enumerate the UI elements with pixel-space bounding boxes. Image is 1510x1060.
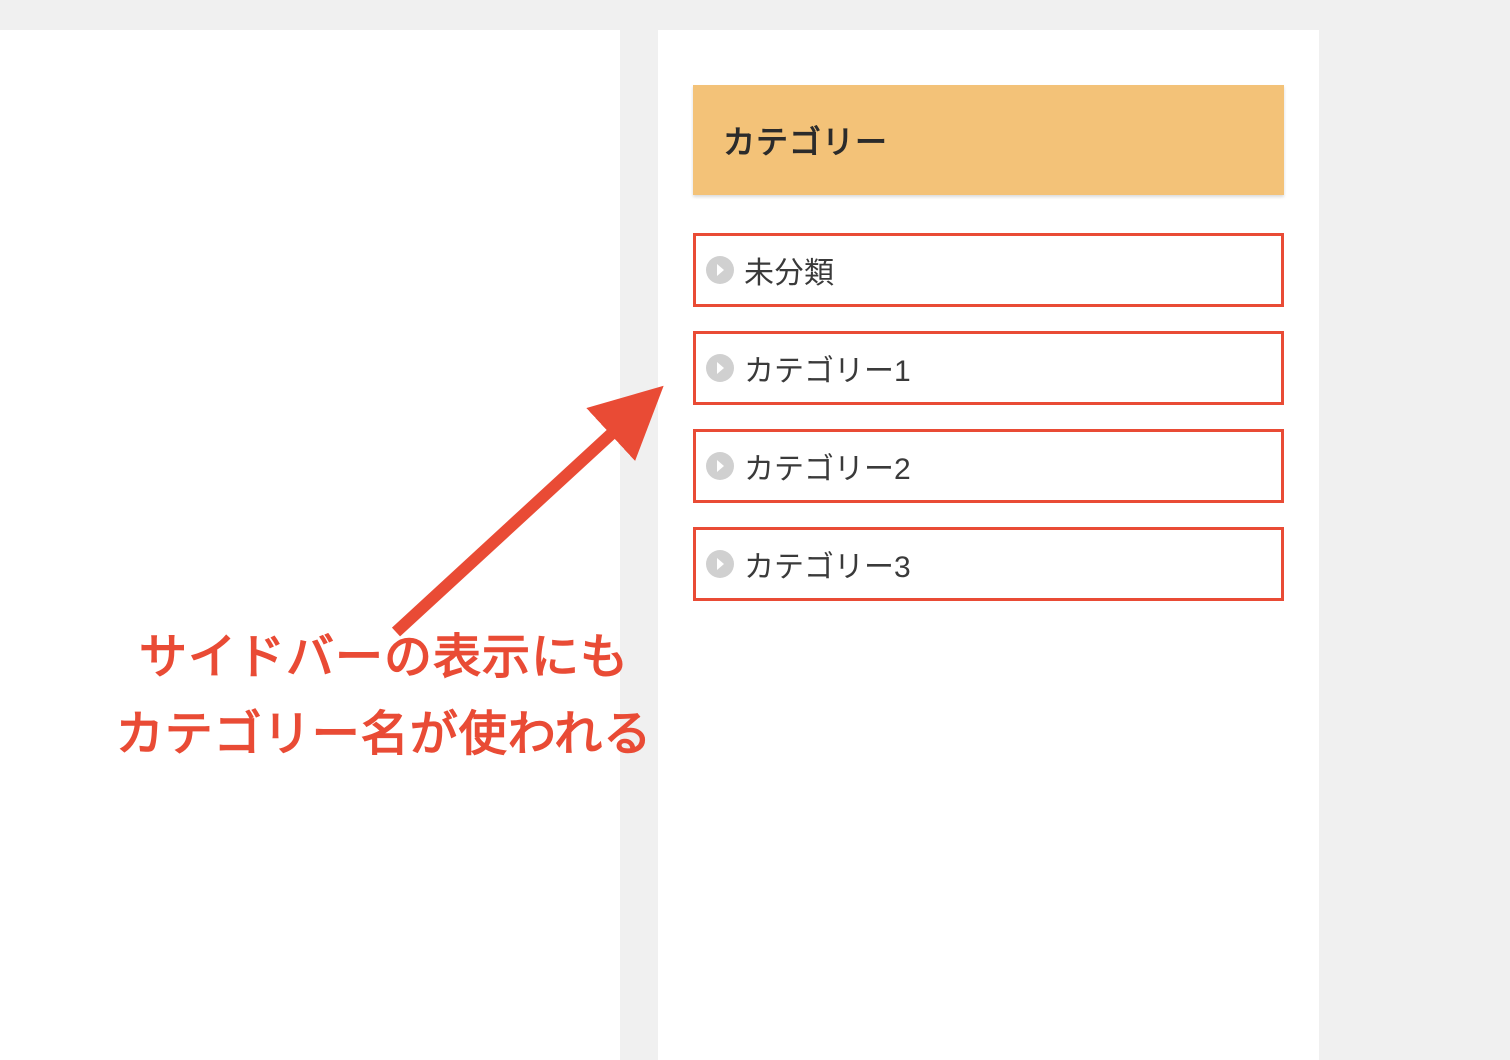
category-item-uncategorized[interactable]: 未分類 — [693, 233, 1284, 307]
category-item-3[interactable]: カテゴリー3 — [693, 527, 1284, 601]
chevron-right-circle-icon — [706, 354, 734, 382]
category-item-1[interactable]: カテゴリー1 — [693, 331, 1284, 405]
category-label: 未分類 — [744, 248, 834, 292]
sidebar: カテゴリー 未分類 カテゴリー1 カテゴリー2 カテゴリー3 — [658, 30, 1319, 1060]
category-item-2[interactable]: カテゴリー2 — [693, 429, 1284, 503]
category-label: カテゴリー1 — [744, 346, 911, 390]
annotation-label: サイドバーの表示にも カテゴリー名が使われる — [64, 620, 704, 774]
category-list: 未分類 カテゴリー1 カテゴリー2 カテゴリー3 — [693, 233, 1284, 601]
category-label: カテゴリー3 — [744, 542, 911, 586]
sidebar-header: カテゴリー — [693, 85, 1284, 195]
main-content-panel — [0, 30, 620, 1060]
chevron-right-circle-icon — [706, 550, 734, 578]
sidebar-title: カテゴリー — [723, 117, 1254, 163]
annotation-text-line2: カテゴリー名が使われる — [64, 697, 704, 774]
category-label: カテゴリー2 — [744, 444, 911, 488]
chevron-right-circle-icon — [706, 256, 734, 284]
annotation-text-line1: サイドバーの表示にも — [64, 620, 704, 697]
chevron-right-circle-icon — [706, 452, 734, 480]
